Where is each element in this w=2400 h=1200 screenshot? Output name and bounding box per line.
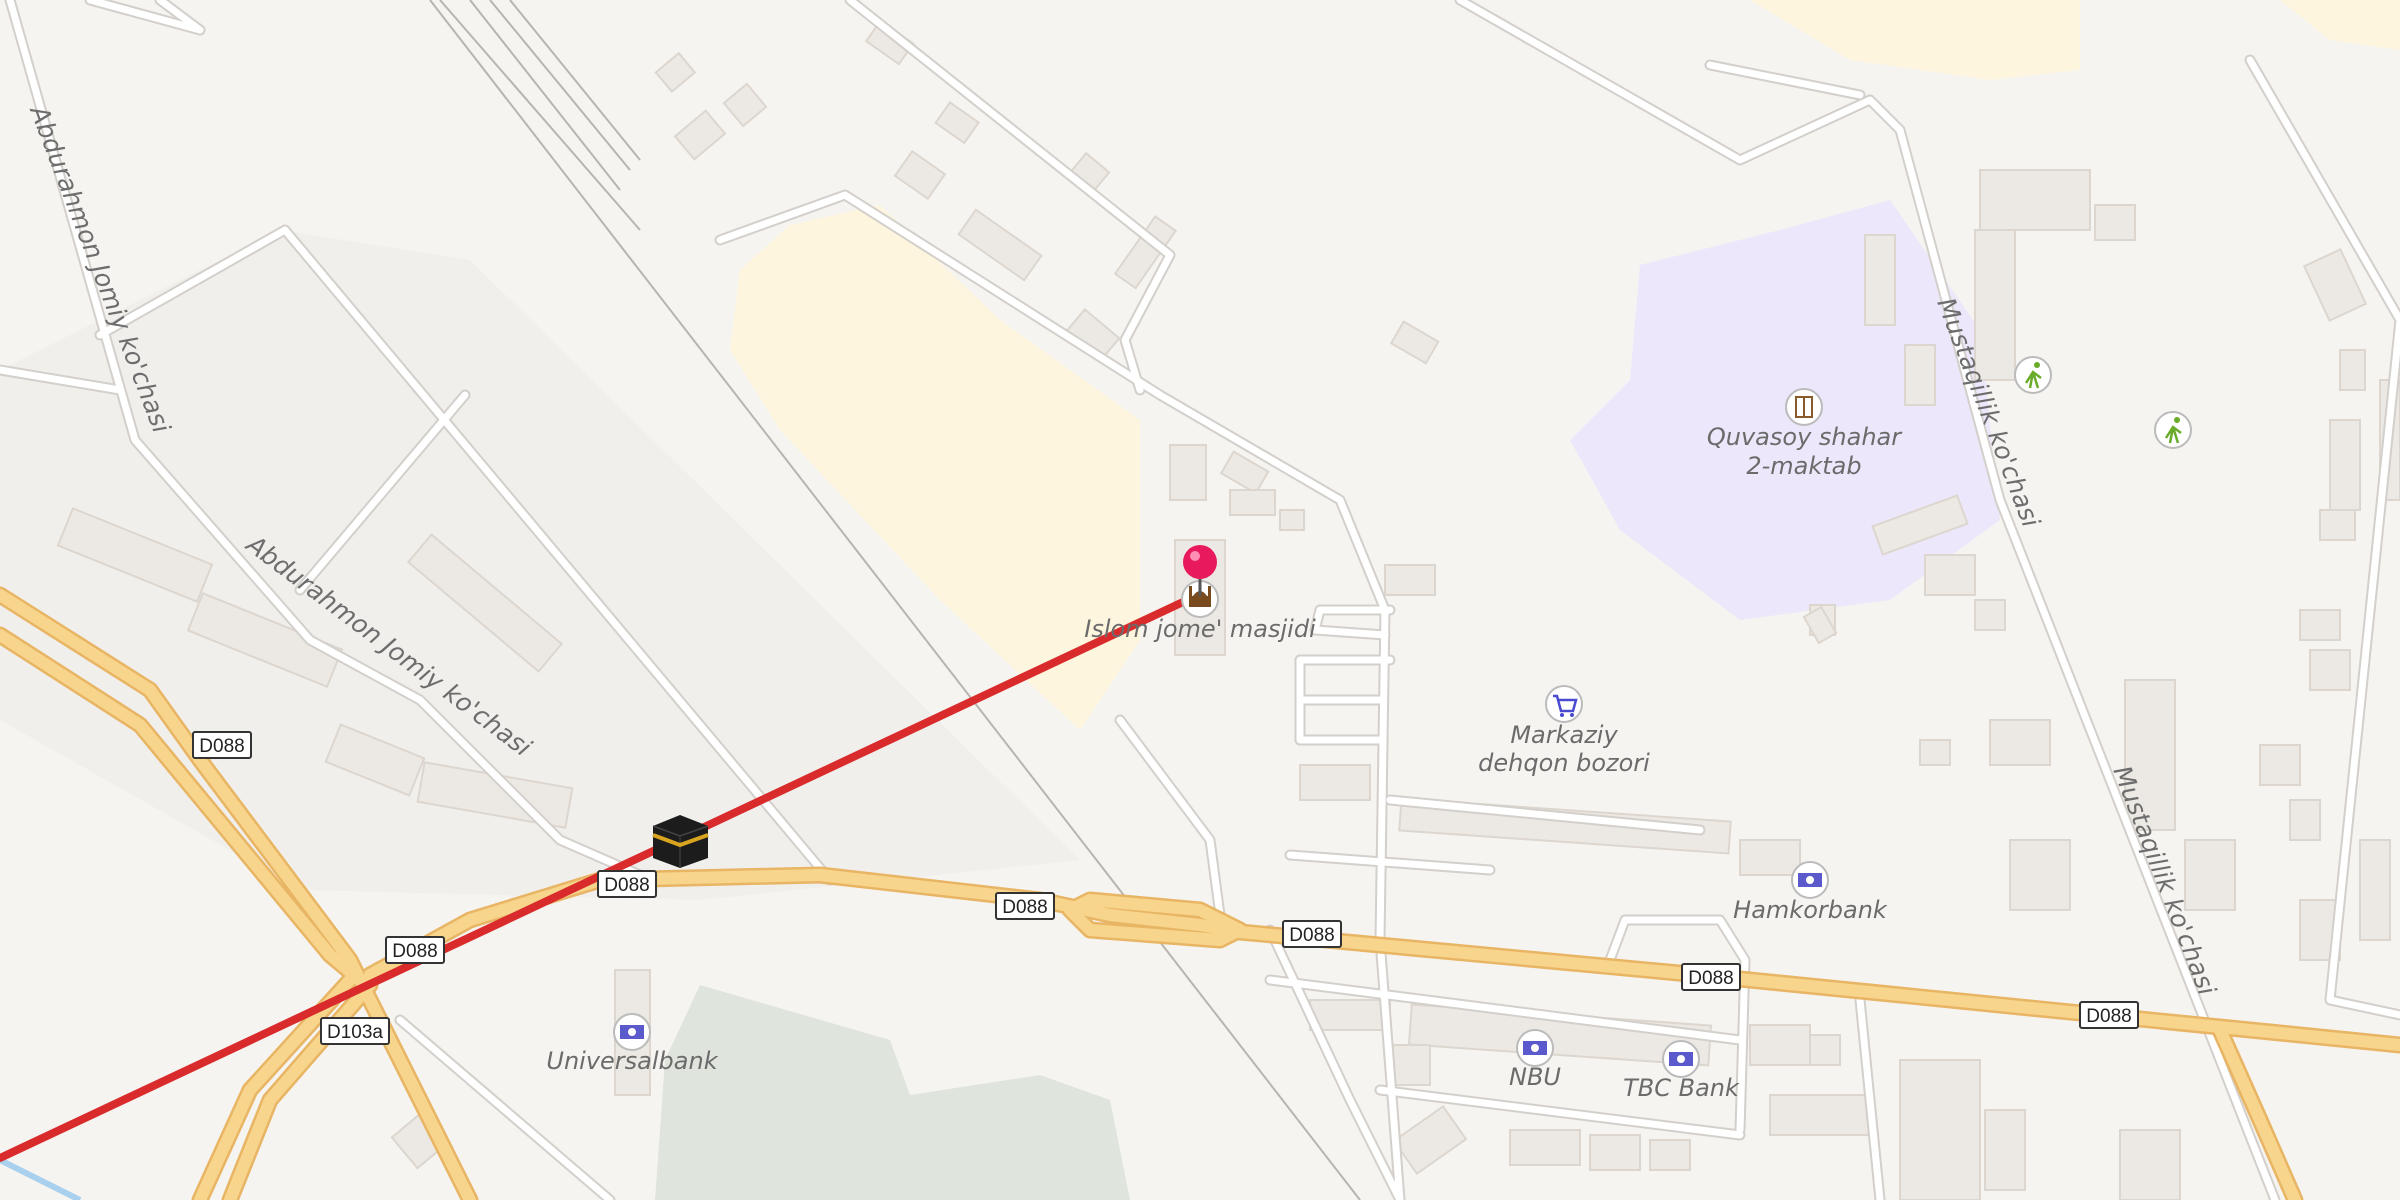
road-shield: D088 — [192, 731, 252, 759]
kaaba-icon[interactable] — [652, 815, 709, 868]
shopping-cart-icon[interactable] — [1545, 685, 1583, 723]
road-shield: D088 — [995, 892, 1055, 920]
road-shield: D088 — [1282, 920, 1342, 948]
svg-text:D088: D088 — [199, 736, 244, 757]
svg-text:D088: D088 — [1688, 968, 1733, 989]
svg-text:D088: D088 — [2086, 1006, 2131, 1027]
map-canvas[interactable]: Abdurahmon Jomiy ko'chasi Abdurahmon Jom… — [0, 0, 2400, 1200]
road-shield: D088 — [2079, 1001, 2139, 1029]
poi-label-market-line2[interactable]: dehqon bozori — [1478, 749, 1650, 777]
poi-label-market-line1[interactable]: Markaziy — [1510, 721, 1618, 749]
poi-label-hamkorbank[interactable]: Hamkorbank — [1733, 896, 1888, 924]
poi-label-mosque[interactable]: Islom jome' masjidi — [1084, 615, 1316, 643]
road-shield: D103a — [320, 1017, 390, 1045]
poi-label-tbc-bank[interactable]: TBC Bank — [1623, 1074, 1740, 1102]
poi-label-universalbank[interactable]: Universalbank — [546, 1047, 718, 1075]
svg-text:D088: D088 — [1289, 925, 1334, 946]
svg-text:D088: D088 — [1002, 897, 1047, 918]
svg-text:D103a: D103a — [327, 1022, 383, 1043]
bank-note-icon[interactable] — [1516, 1029, 1554, 1067]
poi-label-school-line1[interactable]: Quvasoy shahar — [1707, 423, 1903, 451]
poi-label-school-line2[interactable]: 2-maktab — [1746, 452, 1861, 480]
running-person-icon[interactable] — [2154, 411, 2192, 449]
running-person-icon[interactable] — [2014, 356, 2052, 394]
road-shield: D088 — [597, 870, 657, 898]
svg-text:D088: D088 — [392, 941, 437, 962]
road-shield: D088 — [385, 936, 445, 964]
svg-text:D088: D088 — [604, 875, 649, 896]
bank-note-icon[interactable] — [613, 1013, 651, 1051]
bank-note-icon[interactable] — [1662, 1040, 1700, 1078]
poi-label-nbu[interactable]: NBU — [1509, 1063, 1561, 1091]
bank-note-icon[interactable] — [1791, 861, 1829, 899]
school-icon[interactable] — [1785, 388, 1823, 426]
road-shield: D088 — [1681, 963, 1741, 991]
